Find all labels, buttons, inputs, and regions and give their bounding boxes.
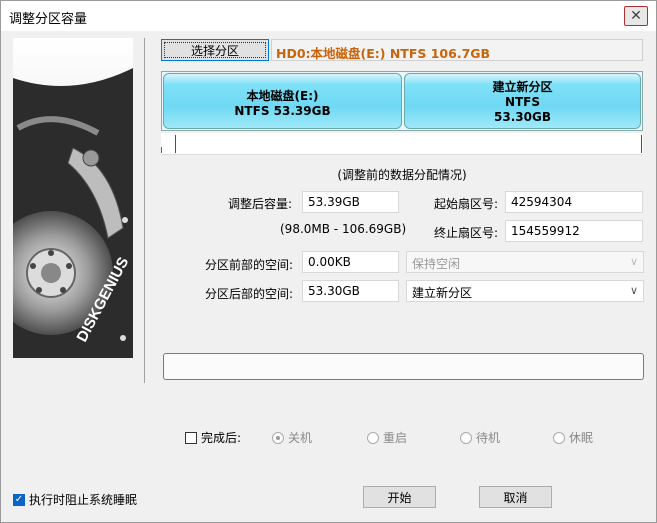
before-space-label: 分区前部的空间: (205, 258, 294, 272)
end-sector-input[interactable]: 154559912 (505, 220, 643, 242)
radio-standby: 待机 (460, 429, 500, 446)
radio-label: 休眠 (569, 431, 594, 445)
start-button[interactable]: 开始 (363, 486, 436, 508)
partition-block-e[interactable]: 本地磁盘(E:) NTFS 53.39GB (163, 73, 402, 129)
resized-capacity-input[interactable]: 53.39GB (302, 191, 399, 213)
disk-info-text: HD0:本地磁盘(E:) NTFS 106.7GB (271, 39, 643, 61)
prevent-sleep-checkbox[interactable]: ✓ 执行时阻止系统睡眠 (13, 491, 137, 508)
radio-restart: 重启 (367, 429, 407, 446)
radio-icon (367, 431, 379, 444)
chevron-down-icon: ∨ (629, 255, 638, 268)
chevron-down-icon: ∨ (629, 284, 638, 297)
cancel-button-label: 取消 (503, 490, 528, 505)
select-partition-label: 选择分区 (190, 43, 239, 58)
after-space-label: 分区后部的空间: (205, 287, 294, 301)
partition-size: 53.30GB (494, 110, 551, 124)
data-end-marker (641, 135, 642, 153)
distribution-caption: (调整前的数据分配情况) (337, 168, 467, 182)
progress-bar (163, 353, 644, 380)
radio-shutdown: 关机 (272, 429, 312, 446)
capacity-range-text: (98.0MB - 106.69GB) (280, 222, 407, 236)
after-complete-label: 完成后: (201, 431, 242, 445)
radio-selected-icon (272, 431, 284, 444)
partition-name: 建立新分区 (492, 80, 553, 94)
before-space-select: 保持空闲 ∨ (406, 251, 644, 273)
radio-label: 待机 (476, 431, 501, 445)
close-icon: ✕ (630, 8, 642, 24)
start-button-label: 开始 (387, 490, 412, 505)
end-sector-label: 终止扇区号: (434, 226, 499, 240)
radio-icon (460, 431, 472, 444)
data-distribution-track (161, 133, 643, 155)
vertical-divider (144, 38, 145, 383)
after-complete-checkbox[interactable]: 完成后: (185, 429, 241, 446)
radio-label: 关机 (288, 431, 313, 445)
select-partition-button[interactable]: 选择分区 (161, 39, 269, 61)
data-start-marker (175, 135, 176, 153)
cancel-button[interactable]: 取消 (479, 486, 552, 508)
disk-partition-bar: 本地磁盘(E:) NTFS 53.39GB 建立新分区 NTFS 53.30GB (161, 71, 643, 131)
radio-hibernate: 休眠 (553, 429, 593, 446)
before-space-option: 保持空闲 (412, 257, 461, 271)
hard-drive-illustration-icon: DISKGENIUS (13, 38, 133, 358)
before-space-input[interactable]: 0.00KB (302, 251, 399, 273)
partition-block-new[interactable]: 建立新分区 NTFS 53.30GB (404, 73, 641, 129)
track-tick (161, 147, 162, 153)
after-space-select[interactable]: 建立新分区 ∨ (406, 280, 644, 302)
partition-size: NTFS 53.39GB (234, 104, 331, 118)
start-sector-label: 起始扇区号: (434, 197, 499, 211)
resized-capacity-label: 调整后容量: (228, 197, 293, 211)
radio-label: 重启 (383, 431, 408, 445)
start-sector-input[interactable]: 42594304 (505, 191, 643, 213)
check-icon: ✓ (13, 493, 25, 506)
prevent-sleep-label: 执行时阻止系统睡眠 (29, 493, 138, 507)
partition-name: 本地磁盘(E:) (246, 89, 319, 103)
diskgenius-hdd-image: DISKGENIUS (13, 38, 133, 358)
checkbox-box (185, 431, 197, 444)
after-space-input[interactable]: 53.30GB (302, 280, 399, 302)
after-space-option: 建立新分区 (412, 286, 473, 300)
resize-partition-dialog: 调整分区容量 ✕ DISKGENIUS 选择分区 HD0:本地磁盘(E:) NT… (0, 0, 657, 523)
title-bar: 调整分区容量 ✕ (1, 1, 656, 31)
partition-filesystem: NTFS (504, 95, 541, 109)
window-title: 调整分区容量 (9, 12, 88, 27)
close-button[interactable]: ✕ (624, 6, 648, 26)
radio-icon (553, 431, 565, 444)
